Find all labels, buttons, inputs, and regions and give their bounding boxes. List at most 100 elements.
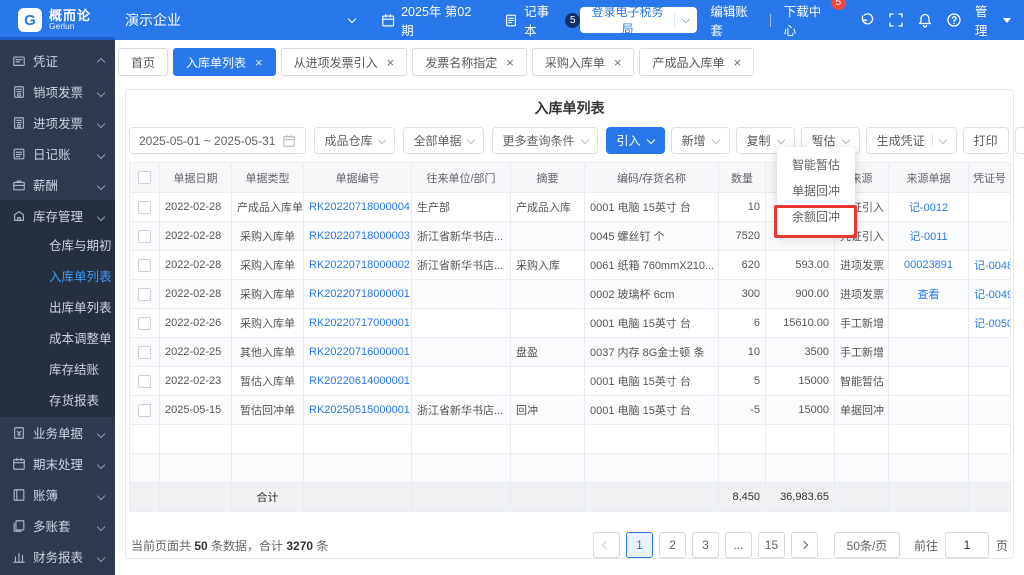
undo-icon[interactable] (859, 12, 875, 28)
doc-no-link[interactable]: RK20220716000001 (309, 346, 410, 358)
estimate-menu-item[interactable]: 智能暂估 (777, 152, 855, 178)
purchase-invoice-icon (12, 116, 26, 130)
download-center-link[interactable]: 下载中心 5 (784, 0, 846, 39)
tab-label: 从进项发票引入 (293, 55, 378, 70)
manage-menu[interactable]: 管理 (975, 1, 1011, 39)
tab[interactable]: 产成品入库单 × (639, 48, 755, 76)
page-button[interactable]: 3 (691, 532, 719, 558)
row-checkbox[interactable] (138, 316, 151, 330)
generate-voucher-button[interactable]: 生成凭证 (865, 127, 957, 154)
doc-no-link[interactable]: RK20220614000001 (309, 375, 410, 387)
tab[interactable]: 发票名称指定 × (412, 48, 527, 76)
scan-icon[interactable] (888, 12, 904, 28)
tab-close-icon[interactable]: × (733, 56, 741, 69)
cell-doc_no: RK20220718000002 (303, 250, 412, 280)
tab[interactable]: 入库单列表 × (173, 48, 276, 76)
goto-label: 前往 (913, 538, 938, 553)
add-button[interactable]: 新增 (670, 127, 730, 154)
warehouse-select[interactable]: 成品仓库 (314, 127, 396, 154)
page-size-select[interactable]: 50条/页 (833, 532, 900, 558)
goto-page-input[interactable] (944, 532, 989, 558)
tax-bureau-button[interactable]: 登录电子税务局 (580, 5, 698, 36)
sidebar-item-label: 薪酬 (33, 179, 59, 193)
edit-account-link[interactable]: 编辑账套 (710, 1, 756, 39)
page-button[interactable]: 1 (625, 532, 653, 558)
cell-source_doc: 记-0012 (888, 192, 969, 222)
sidebar-item[interactable]: 凭证 (0, 45, 115, 76)
print-button[interactable]: 打印 (962, 127, 1009, 154)
period-display[interactable]: 2025年 第02期 (381, 1, 480, 39)
source-doc-link[interactable]: 记-0012 (909, 202, 948, 214)
sidebar-subitem[interactable]: 存货报表 (0, 386, 115, 417)
source-doc-link[interactable]: 记-0011 (909, 231, 947, 243)
select-all-checkbox[interactable] (138, 171, 151, 184)
tab[interactable]: 采购入库单 × (531, 48, 635, 76)
date-range-picker[interactable]: 2025-05-01 ~ 2025-05-31 (129, 127, 307, 154)
row-checkbox[interactable] (138, 374, 151, 388)
more-filters[interactable]: 更多查询条件 (492, 127, 598, 154)
doc-no-link[interactable]: RK20220718000001 (309, 288, 410, 300)
sidebar-item[interactable]: 销项发票 (0, 76, 115, 107)
help-icon[interactable] (946, 12, 962, 28)
sidebar-item[interactable]: 日记账 (0, 138, 115, 169)
tab-close-icon[interactable]: × (255, 56, 263, 69)
tab-label: 入库单列表 (186, 55, 247, 70)
voucher-link[interactable]: 记-0049 (974, 289, 1010, 301)
tab-close-icon[interactable]: × (614, 56, 622, 69)
doc-no-link[interactable]: RK20250515000001 (309, 404, 410, 416)
row-checkbox[interactable] (138, 345, 151, 359)
page-button[interactable]: 15 (757, 532, 785, 558)
sidebar-subitem[interactable]: 出库单列表 (0, 293, 115, 324)
tab-close-icon[interactable]: × (387, 56, 395, 69)
estimate-menu-item[interactable]: 单据回冲 (777, 178, 855, 204)
tab[interactable]: 首页 (118, 48, 169, 76)
sidebar-subitem[interactable]: 入库单列表 (0, 262, 115, 293)
inbound-list-panel: 入库单列表 2025-05-01 ~ 2025-05-31 成品仓库 全部单据 … (125, 89, 1024, 559)
tab-close-icon[interactable]: × (506, 56, 514, 69)
company-selector[interactable]: 演示企业 (125, 10, 357, 30)
sidebar-subitem[interactable]: 成本调整单 (0, 324, 115, 355)
tab[interactable]: 从进项发票引入 × (280, 48, 408, 76)
estimate-menu-item[interactable]: 余额回冲 (777, 204, 855, 230)
row-checkbox[interactable] (138, 200, 151, 214)
notebook-link[interactable]: 记事本 5 (504, 1, 581, 39)
sidebar-subitem[interactable]: 库存结账 (0, 355, 115, 386)
sidebar-item-label: 凭证 (33, 55, 59, 69)
cell-summary (510, 308, 585, 338)
doc-no-link[interactable]: RK20220718000003 (309, 230, 410, 242)
doc-no-link[interactable]: RK20220718000002 (309, 259, 410, 271)
doc-no-link[interactable]: RK20220717000001 (309, 317, 410, 329)
prev-page-button[interactable] (592, 532, 620, 558)
sidebar-item[interactable]: 薪酬 (0, 169, 115, 200)
import-button[interactable]: 引入 (605, 127, 665, 154)
pagination: 123...15 50条/页 前往 页 (592, 532, 1008, 558)
table-header-cell: 来源单据 (888, 162, 969, 193)
sidebar-item[interactable]: 进项发票 (0, 107, 115, 138)
bell-icon[interactable] (917, 12, 933, 28)
sidebar-item[interactable]: 业务单据 (0, 417, 115, 448)
sidebar-item[interactable]: 多账套 (0, 510, 115, 541)
more-button[interactable]: 更多 (1014, 127, 1024, 154)
sidebar-item[interactable]: 库存管理 (0, 200, 115, 231)
source-doc-link[interactable]: 00023891 (904, 259, 953, 271)
row-checkbox[interactable] (138, 287, 151, 301)
doc-no-link[interactable]: RK20220718000004 (309, 201, 410, 213)
row-checkbox[interactable] (138, 403, 151, 417)
cell-select (129, 279, 160, 309)
sidebar-item[interactable]: 账簿 (0, 479, 115, 510)
next-page-button[interactable] (790, 532, 818, 558)
doc-type-select[interactable]: 全部单据 (403, 127, 485, 154)
row-checkbox[interactable] (138, 229, 151, 243)
cell-qty: 5 (718, 366, 766, 396)
sidebar-item[interactable]: 期末处理 (0, 448, 115, 479)
cell-item: 0001 电脑 15英寸 台 (584, 192, 719, 222)
page-button[interactable]: 2 (658, 532, 686, 558)
cell-item: 0045 螺丝钉 个 (584, 221, 719, 251)
voucher-link[interactable]: 记-0050 (974, 318, 1010, 330)
sidebar-item[interactable]: 财务报表 (0, 541, 115, 572)
row-checkbox[interactable] (138, 258, 151, 272)
sidebar-subitem[interactable]: 仓库与期初 (0, 231, 115, 262)
voucher-link[interactable]: 记-0048 (974, 260, 1010, 272)
page-ellipsis[interactable]: ... (724, 532, 752, 558)
source-doc-link[interactable]: 查看 (918, 289, 940, 301)
